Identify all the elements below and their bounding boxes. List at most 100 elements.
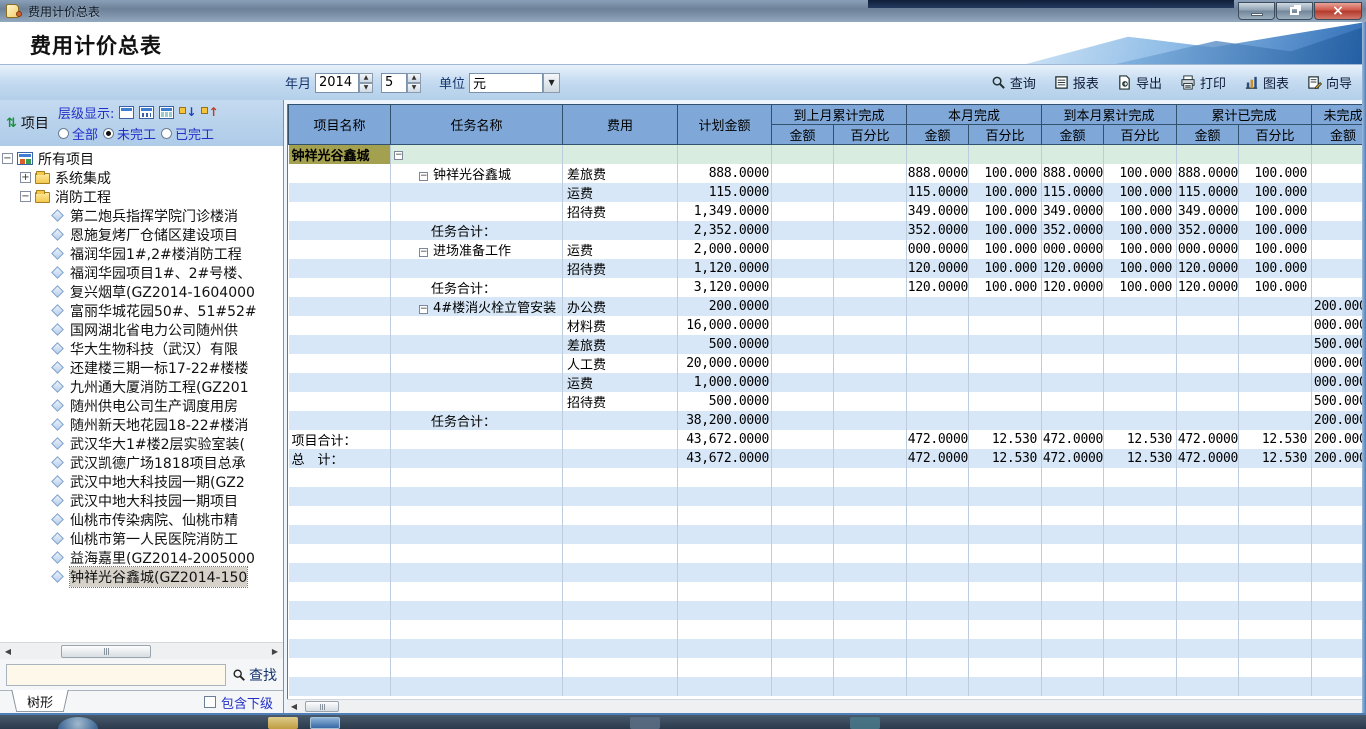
- cell[interactable]: [289, 202, 391, 221]
- cell[interactable]: 12.530: [1104, 449, 1177, 468]
- cell[interactable]: [834, 373, 907, 392]
- tree-item[interactable]: 武汉中地大科技园一期项目: [0, 491, 283, 510]
- cell[interactable]: [969, 354, 1042, 373]
- tree-item[interactable]: 仙桃市传染病院、仙桃市精: [0, 510, 283, 529]
- tree-item[interactable]: 九州通大厦消防工程(GZ201: [0, 377, 283, 396]
- cell[interactable]: [834, 240, 907, 259]
- collapse-icon[interactable]: −: [419, 305, 428, 314]
- cell[interactable]: 120.0000: [907, 278, 969, 297]
- cell[interactable]: 招待费: [563, 202, 678, 221]
- cell[interactable]: [1177, 373, 1239, 392]
- tree-item[interactable]: 福润华园1#,2#楼消防工程: [0, 244, 283, 263]
- cell[interactable]: [289, 392, 391, 411]
- tab-tree-view[interactable]: 树形: [11, 690, 69, 712]
- collapse-icon[interactable]: −: [2, 153, 13, 164]
- cell[interactable]: 钟祥光谷鑫城: [289, 145, 391, 165]
- cell[interactable]: 500.0000: [678, 335, 772, 354]
- cell[interactable]: 运费: [563, 183, 678, 202]
- cell[interactable]: [834, 202, 907, 221]
- taskbar-icon[interactable]: [310, 717, 340, 729]
- cell[interactable]: [772, 221, 834, 240]
- cell[interactable]: [391, 259, 563, 278]
- taskbar-icon[interactable]: [630, 717, 660, 729]
- grid-horizontal-scrollbar[interactable]: ◀: [287, 699, 1366, 713]
- cell[interactable]: [834, 316, 907, 335]
- cell[interactable]: [1177, 145, 1239, 165]
- cell[interactable]: [1104, 335, 1177, 354]
- tree-item[interactable]: −所有项目: [0, 149, 283, 168]
- cell[interactable]: [289, 183, 391, 202]
- chart-button[interactable]: 图表: [1244, 73, 1289, 92]
- cell[interactable]: 1,120.0000: [678, 259, 772, 278]
- cell[interactable]: [289, 335, 391, 354]
- cell[interactable]: [772, 278, 834, 297]
- cell[interactable]: 115.0000: [907, 183, 969, 202]
- cell[interactable]: 352.0000: [1042, 221, 1104, 240]
- minimize-button[interactable]: [1238, 2, 1275, 20]
- cell[interactable]: [1042, 145, 1104, 165]
- tree-item[interactable]: 随州新天地花园18-22#楼消: [0, 415, 283, 434]
- cell[interactable]: [1177, 354, 1239, 373]
- cell[interactable]: [289, 240, 391, 259]
- cell[interactable]: [907, 354, 969, 373]
- cell[interactable]: 115.0000: [1177, 183, 1239, 202]
- cell[interactable]: 115.0000: [1042, 183, 1104, 202]
- cell[interactable]: 招待费: [563, 392, 678, 411]
- cell[interactable]: [1042, 411, 1104, 430]
- cell[interactable]: [391, 335, 563, 354]
- cell[interactable]: [772, 430, 834, 449]
- level-view-2-icon[interactable]: [139, 106, 154, 119]
- cell[interactable]: 000.0000: [1312, 316, 1366, 335]
- cell[interactable]: [772, 145, 834, 165]
- cell[interactable]: [772, 392, 834, 411]
- find-button[interactable]: 查找: [232, 665, 277, 685]
- cell[interactable]: [834, 221, 907, 240]
- scrollbar-thumb[interactable]: [61, 645, 151, 658]
- cell[interactable]: [834, 392, 907, 411]
- cell[interactable]: [834, 164, 907, 183]
- export-button[interactable]: 导出: [1117, 73, 1162, 92]
- cell[interactable]: [834, 297, 907, 316]
- cell[interactable]: [1312, 183, 1366, 202]
- query-button[interactable]: 查询: [991, 73, 1036, 92]
- cell[interactable]: [772, 373, 834, 392]
- cell[interactable]: 12.530: [1239, 430, 1312, 449]
- taskbar-icon[interactable]: [268, 717, 298, 729]
- cell[interactable]: [391, 202, 563, 221]
- cell[interactable]: 352.0000: [1177, 221, 1239, 240]
- tree-item[interactable]: 益海嘉里(GZ2014-2005000: [0, 548, 283, 567]
- filter-radio-2[interactable]: 已完工: [161, 124, 214, 143]
- cell[interactable]: [289, 373, 391, 392]
- cell[interactable]: 12.530: [969, 449, 1042, 468]
- cell[interactable]: [289, 411, 391, 430]
- collapse-icon[interactable]: −: [20, 191, 31, 202]
- cell[interactable]: [289, 221, 391, 240]
- tree-item[interactable]: 钟祥光谷鑫城(GZ2014-150: [0, 567, 283, 586]
- collapse-icon[interactable]: −: [419, 172, 428, 181]
- tree-item[interactable]: 随州供电公司生产调度用房: [0, 396, 283, 415]
- cell[interactable]: [1312, 145, 1366, 165]
- cell[interactable]: [907, 316, 969, 335]
- cell[interactable]: [563, 411, 678, 430]
- cell[interactable]: [969, 335, 1042, 354]
- cell[interactable]: [772, 335, 834, 354]
- cell[interactable]: [834, 278, 907, 297]
- cell[interactable]: [1312, 164, 1366, 183]
- cell[interactable]: 项目合计：: [289, 430, 391, 449]
- cell[interactable]: [391, 354, 563, 373]
- cell[interactable]: [1104, 392, 1177, 411]
- cell[interactable]: 100.000: [1104, 240, 1177, 259]
- cell[interactable]: 1,000.0000: [678, 373, 772, 392]
- cell[interactable]: [391, 373, 563, 392]
- tree-item[interactable]: 还建楼三期一标17-22#楼楼: [0, 358, 283, 377]
- cell[interactable]: [1312, 240, 1366, 259]
- tree-item[interactable]: 第二炮兵指挥学院门诊楼消: [0, 206, 283, 225]
- cell[interactable]: [1312, 278, 1366, 297]
- cell[interactable]: 100.000: [1104, 202, 1177, 221]
- tree-item[interactable]: 富丽华城花园50#、51#52#: [0, 301, 283, 320]
- cell[interactable]: [834, 183, 907, 202]
- cell[interactable]: [563, 278, 678, 297]
- cell[interactable]: [1104, 373, 1177, 392]
- restore-button[interactable]: [1276, 2, 1313, 20]
- tree-item[interactable]: +系统集成: [0, 168, 283, 187]
